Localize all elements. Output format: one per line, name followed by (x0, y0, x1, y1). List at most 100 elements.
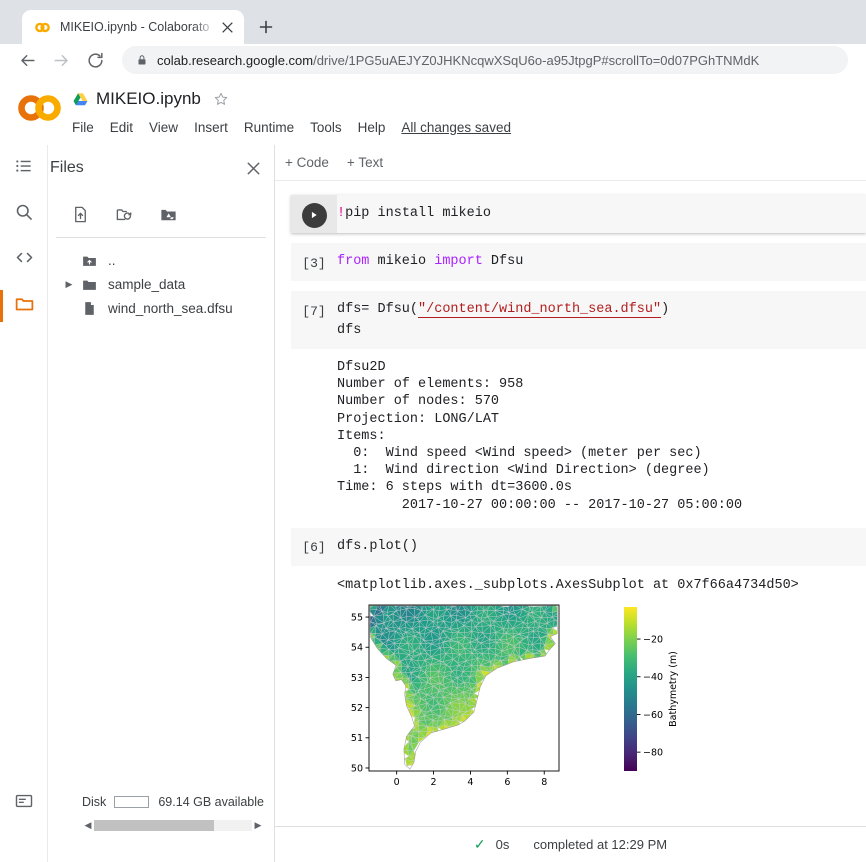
file-icon (78, 300, 100, 317)
add-text-cell-button[interactable]: + Text (347, 155, 383, 170)
address-bar[interactable]: colab.research.google.com/drive/1PG5uAEJ… (122, 46, 848, 74)
menu-help[interactable]: Help (358, 120, 386, 135)
menu-view[interactable]: View (149, 120, 178, 135)
folder-icon (14, 293, 35, 319)
horizontal-scrollbar[interactable]: ◀ ▶ (82, 818, 264, 832)
svg-text:−20: −20 (643, 634, 663, 645)
add-code-cell-button[interactable]: + Code (285, 155, 329, 170)
browser-tab[interactable]: MIKEIO.ipynb - Colaborato (22, 10, 244, 44)
execution-status-bar: ✓ 0s completed at 12:29 PM (275, 826, 866, 862)
cell-source[interactable]: !pip install mikeio (337, 195, 491, 232)
list-item[interactable]: wind_north_sea.dfsu (48, 296, 274, 320)
code-token-string: "/content/wind_north_sea.dfsu" (418, 302, 662, 318)
code-token-text: mikeio (369, 254, 435, 269)
file-name: wind_north_sea.dfsu (108, 300, 233, 316)
scrollbar-thumb[interactable] (94, 819, 215, 831)
code-cell-body[interactable]: [3] from mikeio import Dfsu (291, 243, 866, 281)
scroll-left-arrow-icon[interactable]: ◀ (82, 820, 94, 831)
browser-toolbar: colab.research.google.com/drive/1PG5uAEJ… (0, 44, 866, 76)
terminal-icon (14, 791, 34, 816)
parent-folder-icon (78, 252, 100, 269)
execution-count-label: [6] (302, 540, 326, 556)
tab-strip: MIKEIO.ipynb - Colaborato (0, 0, 866, 44)
code-cell-body[interactable]: [6] dfs.plot() (291, 527, 866, 566)
files-panel-toolbar (48, 191, 274, 237)
drive-mount-icon[interactable] (146, 197, 190, 231)
cell-execution-count[interactable]: [6] (291, 528, 337, 566)
files-panel-header: Files (48, 145, 274, 191)
code-token-text: pip install mikeio (345, 206, 491, 221)
page-title[interactable]: MIKEIO.ipynb (96, 89, 201, 109)
cell-source[interactable]: dfs= Dfsu("/content/wind_north_sea.dfsu"… (337, 291, 669, 349)
svg-text:6: 6 (504, 777, 510, 788)
star-icon[interactable] (213, 91, 229, 107)
code-token-text: dfs= Dfsu( (337, 302, 419, 317)
cell-output-repr: <matplotlib.axes._subplots.AxesSubplot a… (337, 577, 799, 593)
back-button[interactable] (12, 45, 42, 75)
rail-item-files[interactable] (0, 283, 48, 329)
cell-output-text: Dfsu2D Number of elements: 958 Number of… (337, 360, 743, 513)
code-token-text: dfs.plot() (337, 538, 419, 554)
menu-tools[interactable]: Tools (310, 120, 342, 135)
close-icon[interactable] (218, 18, 236, 36)
rail-item-code-snippets[interactable] (0, 237, 48, 283)
new-tab-button[interactable] (252, 13, 280, 41)
lock-icon (136, 54, 148, 66)
file-upload-icon[interactable] (58, 197, 102, 231)
cell-execution-count[interactable]: [3] (291, 243, 337, 281)
disk-usage-row: Disk 69.14 GB available (58, 791, 264, 813)
notebook-area: + Code + Text !pip install mikeio [3] fr… (275, 145, 866, 862)
run-cell-button[interactable] (291, 195, 337, 233)
chevron-right-icon[interactable]: ▶ (60, 279, 78, 290)
notebook-cell: [6] dfs.plot() <matplotlib.axes._subplot… (291, 527, 866, 804)
code-cell-body[interactable]: [7] dfs= Dfsu("/content/wind_north_sea.d… (291, 291, 866, 349)
svg-text:51: 51 (351, 733, 363, 744)
reload-button[interactable] (80, 45, 110, 75)
drive-icon (72, 91, 89, 108)
url-host: colab.research.google.com (157, 52, 314, 68)
tab-title: MIKEIO.ipynb - Colaborato (60, 20, 210, 34)
files-panel: Files .. ▶ sample_data wind_north_sea.df… (48, 145, 275, 862)
rail-item-table-of-contents[interactable] (0, 145, 48, 191)
search-icon (14, 202, 34, 227)
disk-available-label: 69.14 GB available (158, 795, 264, 809)
code-cell-body[interactable]: !pip install mikeio (291, 195, 866, 233)
svg-text:52: 52 (351, 703, 363, 714)
list-item[interactable]: ▶ sample_data (48, 272, 274, 296)
rail-item-terminal[interactable] (0, 780, 48, 826)
svg-text:8: 8 (541, 777, 547, 788)
save-status[interactable]: All changes saved (401, 120, 511, 135)
close-icon[interactable] (240, 155, 266, 181)
workspace: Files .. ▶ sample_data wind_north_sea.df… (0, 145, 866, 862)
execution-count-label: [7] (302, 303, 326, 319)
cell-source[interactable]: dfs.plot() (337, 528, 418, 565)
menu-insert[interactable]: Insert (194, 120, 228, 135)
svg-text:54: 54 (351, 642, 363, 653)
menu-file[interactable]: File (72, 120, 94, 135)
menu-runtime[interactable]: Runtime (244, 120, 294, 135)
cell-source[interactable]: from mikeio import Dfsu (337, 243, 523, 280)
url-text: colab.research.google.com/drive/1PG5uAEJ… (157, 53, 759, 68)
svg-text:Bathymetry (m): Bathymetry (m) (668, 651, 679, 727)
menu-edit[interactable]: Edit (110, 120, 133, 135)
notebook-cell: !pip install mikeio (291, 195, 866, 233)
rail-item-find-replace[interactable] (0, 191, 48, 237)
svg-text:−60: −60 (643, 710, 663, 721)
document-title-row: MIKEIO.ipynb (72, 86, 511, 112)
svg-text:−80: −80 (643, 747, 663, 758)
svg-text:0: 0 (394, 777, 400, 788)
disk-usage-bar (114, 796, 150, 808)
folder-refresh-icon[interactable] (102, 197, 146, 231)
scrollbar-track[interactable] (94, 819, 252, 831)
forward-button[interactable] (46, 45, 76, 75)
cell-execution-count[interactable]: [7] (291, 291, 337, 329)
notebook-cell: [3] from mikeio import Dfsu (291, 243, 866, 281)
svg-text:53: 53 (351, 673, 363, 684)
list-item[interactable]: .. (48, 248, 274, 272)
scroll-right-arrow-icon[interactable]: ▶ (252, 820, 264, 831)
code-token-kw: from (337, 254, 370, 269)
svg-text:4: 4 (467, 777, 473, 788)
colab-logo-icon[interactable] (14, 94, 66, 122)
rail-bottom-group (0, 780, 48, 826)
file-name: .. (108, 252, 116, 268)
